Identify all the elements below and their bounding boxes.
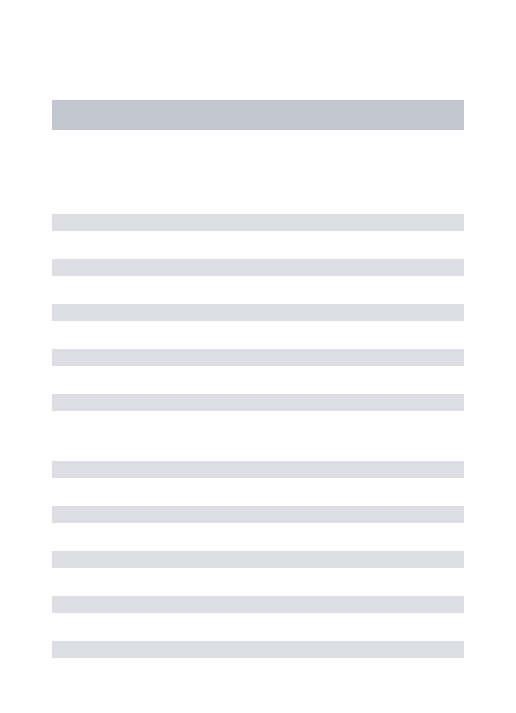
placeholder-line: [52, 259, 464, 276]
placeholder-line: [52, 461, 464, 478]
placeholder-line: [52, 551, 464, 568]
text-block-2: [52, 461, 464, 658]
placeholder-line: [52, 304, 464, 321]
placeholder-line: [52, 596, 464, 613]
placeholder-line: [52, 214, 464, 231]
placeholder-line: [52, 394, 464, 411]
placeholder-line: [52, 506, 464, 523]
placeholder-line: [52, 349, 464, 366]
text-block-1: [52, 214, 464, 411]
header-placeholder-bar: [52, 100, 464, 130]
placeholder-line: [52, 641, 464, 658]
